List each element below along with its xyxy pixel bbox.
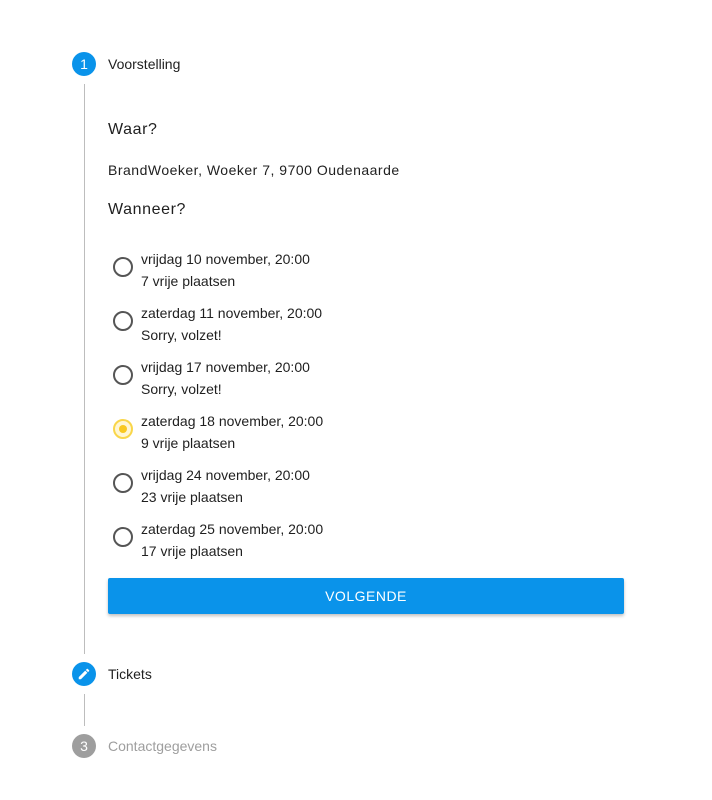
step-label: Contactgegevens — [108, 738, 217, 754]
step-label: Tickets — [108, 666, 152, 682]
step-number-badge: 3 — [72, 734, 96, 758]
performance-option-text: vrijdag 24 november, 20:00 23 vrije plaa… — [141, 464, 310, 508]
performance-option[interactable]: vrijdag 24 november, 20:00 23 vrije plaa… — [108, 458, 628, 512]
performance-option[interactable]: zaterdag 11 november, 20:00 Sorry, volze… — [108, 296, 628, 350]
performance-date: zaterdag 18 november, 20:00 — [141, 413, 324, 429]
step-contactgegevens[interactable]: 3 Contactgegevens — [72, 734, 217, 758]
performance-option[interactable]: vrijdag 17 november, 20:00 Sorry, volzet… — [108, 350, 628, 404]
performance-availability: Sorry, volzet! — [141, 327, 222, 343]
venue-address: BrandWoeker, Woeker 7, 9700 Oudenaarde — [108, 162, 400, 178]
when-heading: Wanneer? — [108, 201, 187, 218]
performance-option-text: vrijdag 17 november, 20:00 Sorry, volzet… — [141, 356, 310, 400]
performance-option-text: zaterdag 25 november, 20:00 17 vrije pla… — [141, 518, 323, 562]
performance-option-text: zaterdag 11 november, 20:00 Sorry, volze… — [141, 302, 322, 346]
radio-button[interactable] — [113, 311, 133, 331]
performance-option-text: zaterdag 18 november, 20:00 9 vrije plaa… — [141, 410, 323, 454]
performance-availability: 9 vrije plaatsen — [141, 435, 236, 451]
step-voorstelling[interactable]: 1 Voorstelling — [72, 52, 180, 76]
performance-option-text: vrijdag 10 november, 20:00 7 vrije plaat… — [141, 248, 310, 292]
performance-date: zaterdag 11 november, 20:00 — [141, 305, 323, 321]
step-label: Voorstelling — [108, 56, 181, 72]
performance-availability: Sorry, volzet! — [141, 381, 222, 397]
radio-button[interactable] — [113, 527, 133, 547]
step-number-badge: 1 — [72, 52, 96, 76]
step-connector-line — [84, 84, 85, 654]
pencil-icon — [78, 668, 90, 680]
radio-button[interactable] — [113, 257, 133, 277]
performance-availability: 7 vrije plaatsen — [141, 273, 236, 289]
next-button[interactable]: VOLGENDE — [108, 578, 624, 614]
radio-dot — [119, 425, 127, 433]
radio-button[interactable] — [113, 473, 133, 493]
performance-availability: 17 vrije plaatsen — [141, 543, 243, 559]
where-heading: Waar? — [108, 121, 158, 138]
performance-date: vrijdag 17 november, 20:00 — [141, 359, 310, 375]
step-edit-badge — [72, 662, 96, 686]
performance-option[interactable]: zaterdag 25 november, 20:00 17 vrije pla… — [108, 512, 628, 566]
radio-button-checked[interactable] — [113, 419, 133, 439]
performance-date: zaterdag 25 november, 20:00 — [141, 521, 324, 537]
step-tickets[interactable]: Tickets — [72, 662, 152, 686]
performance-date: vrijdag 24 november, 20:00 — [141, 467, 310, 483]
performance-radio-group: vrijdag 10 november, 20:00 7 vrije plaat… — [108, 242, 628, 566]
performance-option-selected[interactable]: zaterdag 18 november, 20:00 9 vrije plaa… — [108, 404, 628, 458]
performance-availability: 23 vrije plaatsen — [141, 489, 243, 505]
radio-button[interactable] — [113, 365, 133, 385]
performance-date: vrijdag 10 november, 20:00 — [141, 251, 310, 267]
step-connector-line — [84, 694, 85, 726]
performance-option[interactable]: vrijdag 10 november, 20:00 7 vrije plaat… — [108, 242, 628, 296]
